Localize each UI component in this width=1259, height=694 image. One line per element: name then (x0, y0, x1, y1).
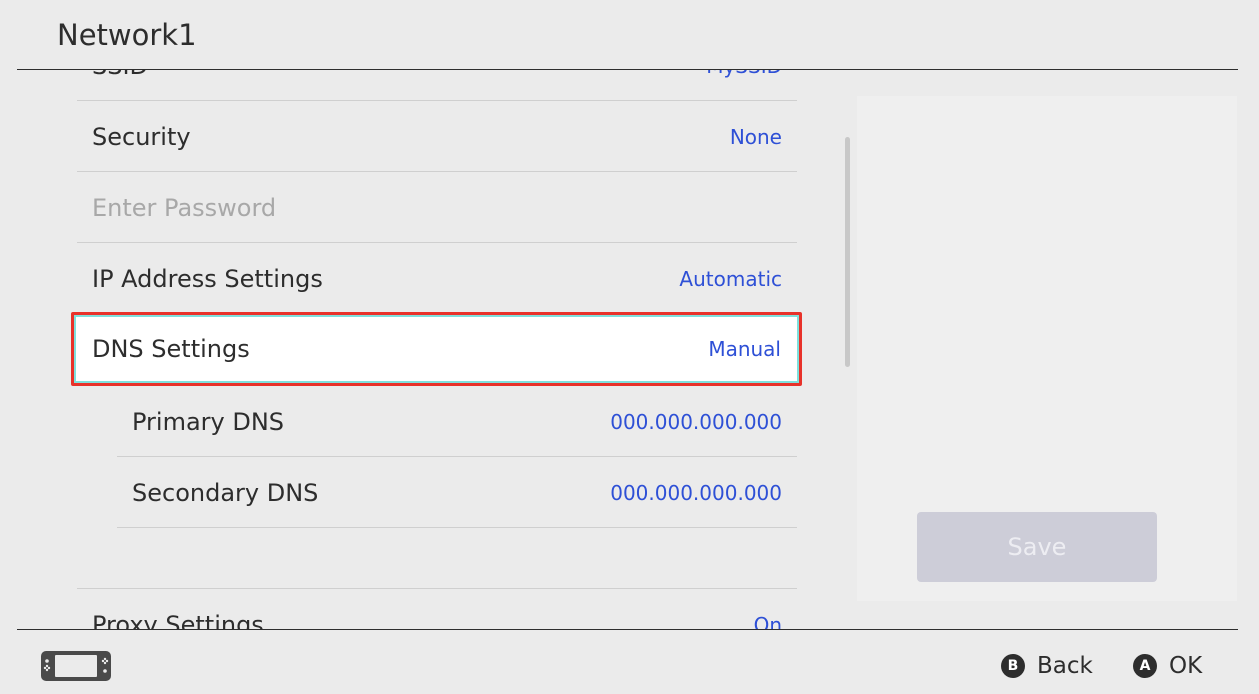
ip-address-settings-row[interactable]: IP Address Settings Automatic (77, 244, 797, 314)
proxy-settings-row[interactable]: Proxy Settings On (77, 590, 797, 629)
a-button-icon: A (1133, 654, 1157, 678)
ssid-value: MySSID (706, 70, 782, 101)
page-title: Network1 (57, 18, 197, 52)
list-spacer (77, 519, 797, 589)
dns-settings-label: DNS Settings (92, 335, 250, 363)
primary-dns-value: 000.000.000.000 (610, 410, 782, 434)
ssid-label: SSID (92, 70, 148, 101)
back-label: Back (1037, 653, 1093, 679)
security-label: Security (92, 123, 191, 151)
security-value: None (729, 125, 782, 149)
footer-divider (17, 629, 1238, 630)
save-button[interactable]: Save (917, 512, 1157, 582)
enter-password-row: Enter Password (77, 173, 797, 243)
primary-dns-label: Primary DNS (132, 408, 285, 436)
handheld-console-icon (41, 651, 111, 681)
secondary-dns-row[interactable]: Secondary DNS 000.000.000.000 (117, 458, 797, 528)
back-action[interactable]: B Back (1001, 650, 1093, 682)
dns-settings-row[interactable]: DNS Settings Manual (71, 312, 802, 386)
b-button-icon: B (1001, 654, 1025, 678)
secondary-dns-value: 000.000.000.000 (610, 481, 782, 505)
list-scrollbar[interactable] (845, 137, 850, 367)
proxy-settings-label: Proxy Settings (92, 611, 264, 629)
proxy-settings-value: On (753, 613, 782, 629)
settings-list[interactable]: SSID MySSID Security None Enter Password… (0, 70, 860, 629)
network-settings-screen: Network1 SSID MySSID Security None Enter… (0, 0, 1259, 694)
ip-address-settings-value: Automatic (679, 267, 782, 291)
ip-address-settings-label: IP Address Settings (92, 265, 323, 293)
secondary-dns-label: Secondary DNS (132, 479, 319, 507)
ok-label: OK (1169, 653, 1203, 679)
primary-dns-row[interactable]: Primary DNS 000.000.000.000 (117, 387, 797, 457)
dns-settings-value: Manual (708, 337, 781, 361)
ok-action[interactable]: A OK (1133, 650, 1202, 682)
enter-password-label: Enter Password (92, 194, 277, 222)
ssid-row[interactable]: SSID MySSID (77, 70, 797, 101)
security-row[interactable]: Security None (77, 102, 797, 172)
